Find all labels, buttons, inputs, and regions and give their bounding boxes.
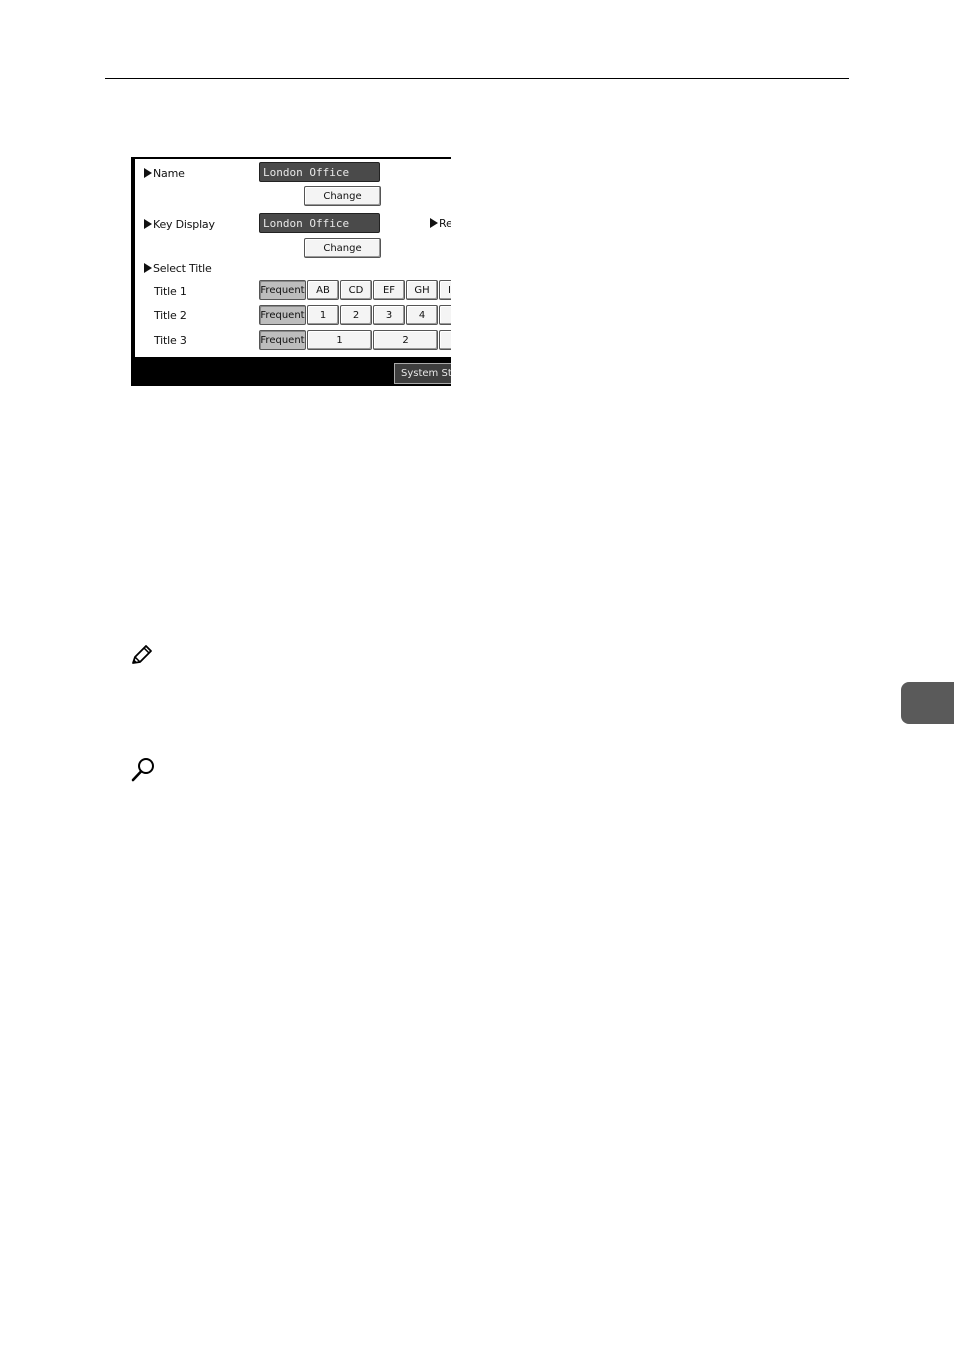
title-1-key[interactable]: EF: [373, 280, 405, 300]
title-3-frequent-button[interactable]: Frequent: [259, 330, 306, 350]
title-3-key[interactable]: 2: [373, 330, 438, 350]
arrow-right-icon: [144, 168, 152, 178]
magnifier-reference-icon: [131, 758, 154, 782]
title-3-key[interactable]: 1: [307, 330, 372, 350]
arrow-right-icon: [430, 218, 438, 228]
select-title-label: Select Title: [144, 262, 212, 275]
title-2-frequent-button[interactable]: Frequent: [259, 305, 306, 325]
title-3-key[interactable]: [439, 330, 451, 350]
name-change-button[interactable]: Change: [304, 186, 381, 206]
arrow-right-icon: [144, 263, 152, 273]
control-panel-screenshot: Name London Office Change Key Display Lo…: [131, 157, 451, 386]
header-rule: [105, 78, 849, 79]
title-2-key[interactable]: 2: [340, 305, 372, 325]
title-3-label: Title 3: [154, 334, 187, 347]
name-field[interactable]: London Office: [259, 162, 380, 182]
panel-screen: Name London Office Change Key Display Lo…: [135, 159, 451, 357]
arrow-right-icon: [144, 219, 152, 229]
title-1-key[interactable]: I: [439, 280, 451, 300]
title-1-label: Title 1: [154, 285, 187, 298]
title-1-frequent-button[interactable]: Frequent: [259, 280, 306, 300]
title-1-key[interactable]: AB: [307, 280, 339, 300]
title-1-key[interactable]: GH: [406, 280, 438, 300]
title-1-key[interactable]: CD: [340, 280, 372, 300]
pencil-note-icon: [132, 645, 152, 664]
title-2-key[interactable]: 1: [307, 305, 339, 325]
chapter-tab: [901, 682, 954, 724]
title-2-key[interactable]: [439, 305, 451, 325]
title-2-key[interactable]: 3: [373, 305, 405, 325]
name-label: Name: [144, 167, 185, 180]
title-2-label: Title 2: [154, 309, 187, 322]
system-status-button[interactable]: System Status: [394, 363, 451, 384]
key-display-field[interactable]: London Office: [259, 213, 380, 233]
key-display-change-button[interactable]: Change: [304, 238, 381, 258]
title-2-key[interactable]: 4: [406, 305, 438, 325]
key-display-label: Key Display: [144, 218, 215, 231]
right-label-partial: Re: [430, 217, 451, 230]
